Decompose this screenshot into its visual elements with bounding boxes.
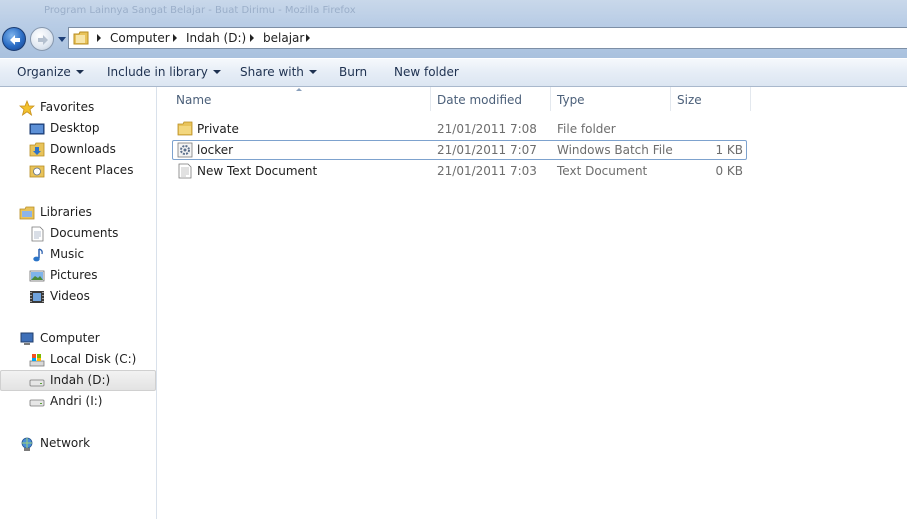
chevron-down-icon bbox=[75, 70, 84, 74]
include-in-library-button[interactable]: Include in library bbox=[107, 65, 221, 79]
recent-places-icon bbox=[29, 165, 45, 178]
nav-recent-places[interactable]: Recent Places bbox=[0, 160, 156, 181]
file-size: 0 KB bbox=[715, 164, 743, 178]
computer-icon bbox=[20, 332, 34, 345]
network-icon bbox=[21, 437, 33, 451]
breadcrumb-arrow-icon[interactable] bbox=[250, 34, 254, 42]
nav-downloads[interactable]: Downloads bbox=[0, 139, 156, 160]
libraries-icon bbox=[19, 206, 35, 220]
chevron-down-icon bbox=[212, 70, 221, 74]
file-type: Text Document bbox=[557, 164, 648, 178]
file-size: 1 KB bbox=[715, 143, 743, 157]
file-name: New Text Document bbox=[197, 164, 318, 178]
breadcrumb-computer[interactable]: Computer bbox=[110, 31, 170, 45]
column-header-name[interactable]: Name bbox=[169, 87, 431, 111]
pictures-icon bbox=[29, 270, 45, 282]
nav-libraries[interactable]: Libraries bbox=[0, 202, 156, 223]
breadcrumb-arrow-icon[interactable] bbox=[306, 34, 310, 42]
breadcrumb-belajar[interactable]: belajar bbox=[263, 31, 304, 45]
column-header-size[interactable]: Size bbox=[670, 87, 751, 111]
address-bar[interactable]: Computer Indah (D:) belajar bbox=[68, 27, 907, 49]
nav-videos[interactable]: Videos bbox=[0, 286, 156, 307]
column-header-date-modified[interactable]: Date modified bbox=[430, 87, 551, 111]
nav-pictures[interactable]: Pictures bbox=[0, 265, 156, 286]
documents-icon bbox=[31, 226, 44, 242]
new-folder-button[interactable]: New folder bbox=[394, 65, 459, 79]
recent-pages-dropdown-icon[interactable] bbox=[57, 34, 67, 44]
title-bar: Program Lainnya Sangat Belajar - Buat Di… bbox=[0, 0, 907, 58]
star-icon bbox=[19, 100, 35, 116]
chevron-down-icon bbox=[308, 70, 317, 74]
nav-documents[interactable]: Documents bbox=[0, 223, 156, 244]
burn-button[interactable]: Burn bbox=[339, 65, 367, 79]
videos-filmstrip-icon bbox=[30, 291, 44, 303]
folder-icon bbox=[177, 121, 193, 136]
share-with-button[interactable]: Share with bbox=[240, 65, 317, 79]
back-button[interactable] bbox=[2, 27, 26, 51]
organize-button[interactable]: Organize bbox=[17, 65, 84, 79]
music-note-icon bbox=[33, 248, 43, 262]
file-list: Name Date modified Type Size Private 21/… bbox=[158, 87, 907, 519]
nav-local-disk-c[interactable]: Local Disk (C:) bbox=[0, 349, 156, 370]
window-title: Program Lainnya Sangat Belajar - Buat Di… bbox=[44, 5, 356, 16]
file-date: 21/01/2011 7:03 bbox=[437, 164, 537, 178]
nav-computer[interactable]: Computer bbox=[0, 328, 156, 349]
system-drive-icon bbox=[29, 354, 45, 367]
file-date: 21/01/2011 7:07 bbox=[437, 143, 537, 157]
drive-icon bbox=[29, 399, 45, 407]
breadcrumb-arrow-icon[interactable] bbox=[97, 34, 101, 42]
file-row-new-text-document[interactable]: New Text Document 21/01/2011 7:03 Text D… bbox=[172, 161, 747, 181]
breadcrumb-indah[interactable]: Indah (D:) bbox=[186, 31, 246, 45]
file-row-private[interactable]: Private 21/01/2011 7:08 File folder bbox=[172, 119, 747, 139]
batch-file-gear-icon bbox=[177, 142, 193, 158]
nav-favorites[interactable]: Favorites bbox=[0, 97, 156, 118]
file-type: Windows Batch File bbox=[557, 143, 673, 157]
nav-network[interactable]: Network bbox=[0, 433, 156, 454]
file-row-locker[interactable]: locker 21/01/2011 7:07 Windows Batch Fil… bbox=[172, 140, 747, 160]
navigation-pane: Favorites Desktop Downloads Recent Place… bbox=[0, 87, 157, 519]
folder-icon bbox=[73, 31, 89, 45]
forward-button[interactable] bbox=[30, 27, 54, 51]
nav-andri-i[interactable]: Andri (I:) bbox=[0, 391, 156, 412]
text-document-icon bbox=[178, 163, 192, 179]
file-type: File folder bbox=[557, 122, 616, 136]
nav-desktop[interactable]: Desktop bbox=[0, 118, 156, 139]
drive-icon bbox=[29, 379, 45, 387]
file-name: Private bbox=[197, 122, 239, 136]
nav-indah-d[interactable]: Indah (D:) bbox=[0, 370, 156, 391]
column-header-type[interactable]: Type bbox=[550, 87, 671, 111]
breadcrumb-arrow-icon[interactable] bbox=[173, 34, 177, 42]
desktop-icon bbox=[29, 123, 45, 135]
arrow-right-icon bbox=[38, 35, 48, 45]
nav-music[interactable]: Music bbox=[0, 244, 156, 265]
command-bar: Organize Include in library Share with B… bbox=[0, 58, 907, 87]
file-date: 21/01/2011 7:08 bbox=[437, 122, 537, 136]
arrow-left-icon bbox=[10, 35, 20, 45]
downloads-folder-icon bbox=[29, 142, 45, 157]
file-name: locker bbox=[197, 143, 234, 157]
